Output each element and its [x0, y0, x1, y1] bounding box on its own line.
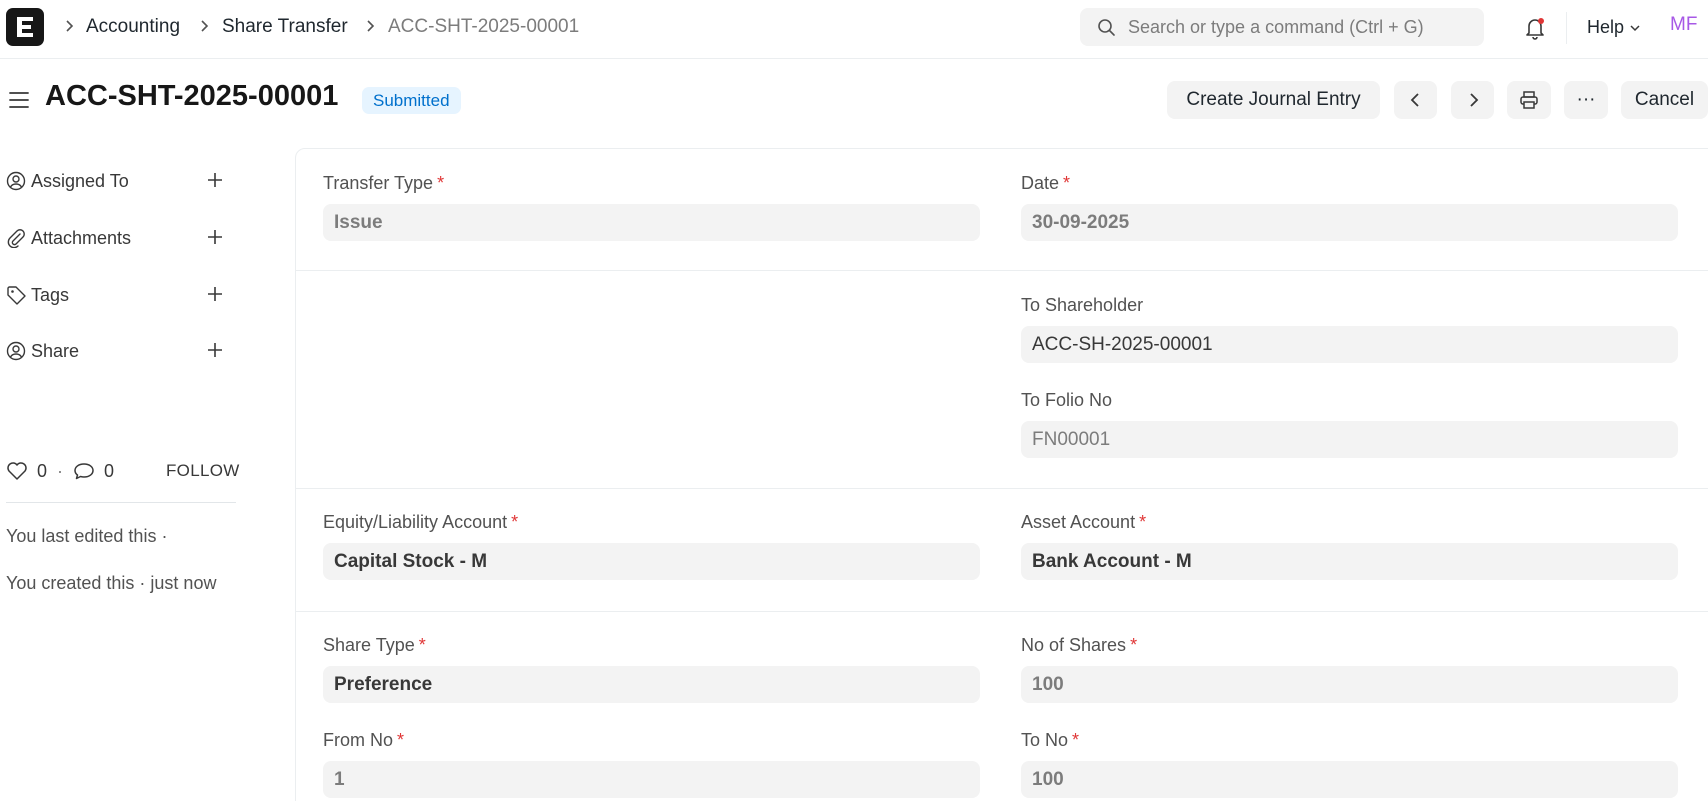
no-of-shares-label: No of Shares * [1021, 635, 1138, 655]
help-dropdown[interactable]: Help [1587, 17, 1641, 38]
chevron-right-icon [66, 20, 74, 32]
asset-account-label: Asset Account * [1021, 512, 1147, 532]
plus-icon[interactable] [206, 285, 224, 303]
print-button[interactable] [1507, 81, 1551, 119]
search-input[interactable] [1128, 8, 1468, 46]
heart-icon[interactable] [6, 461, 28, 481]
to-no-field[interactable]: 100 [1021, 761, 1678, 798]
printer-icon [1520, 91, 1538, 109]
to-no-label: To No * [1021, 730, 1080, 750]
required-marker: * [1130, 635, 1138, 655]
chevron-left-icon [1410, 93, 1419, 107]
section-divider [296, 488, 1708, 489]
sidebar-attachments[interactable]: Attachments [6, 223, 236, 253]
chevron-right-icon [367, 20, 375, 32]
chevron-right-icon [201, 20, 209, 32]
to-folio-no-label: To Folio No [1021, 390, 1113, 410]
required-marker: * [437, 173, 445, 193]
sidebar-toggle-icon[interactable] [8, 90, 30, 110]
last-edited-text: You last edited this · [6, 526, 168, 546]
help-label: Help [1587, 17, 1625, 37]
user-avatar[interactable]: MF [1670, 14, 1697, 36]
transfer-type-field[interactable]: Issue [323, 204, 980, 241]
breadcrumb-share-transfer[interactable]: Share Transfer [222, 16, 348, 38]
asset-account-field[interactable]: Bank Account - M [1021, 543, 1678, 580]
share-user-icon [6, 341, 26, 361]
chevron-down-icon [1630, 24, 1640, 31]
sidebar-divider [6, 502, 236, 503]
equity-account-label: Equity/Liability Account * [323, 512, 519, 532]
created-text: You created this · just now [6, 573, 217, 593]
next-doc-button[interactable] [1451, 81, 1494, 119]
sidebar-assigned-to[interactable]: Assigned To [6, 166, 236, 196]
sidebar-item-label: Share [31, 340, 80, 361]
more-actions-button[interactable]: ··· [1564, 81, 1608, 119]
sidebar-share[interactable]: Share [6, 336, 236, 366]
plus-icon[interactable] [206, 228, 224, 246]
form-card [295, 148, 1708, 801]
date-field[interactable]: 30-09-2025 [1021, 204, 1678, 241]
paperclip-icon [6, 228, 26, 248]
logo-e-icon [17, 17, 33, 37]
follow-button[interactable]: FOLLOW [166, 461, 240, 481]
page-title: ACC-SHT-2025-00001 [45, 80, 339, 112]
app-logo[interactable] [6, 8, 44, 46]
breadcrumb-current[interactable]: ACC-SHT-2025-00001 [388, 16, 579, 38]
required-marker: * [418, 635, 426, 655]
required-marker: * [1139, 512, 1147, 532]
required-marker: * [1063, 173, 1071, 193]
breadcrumb-accounting[interactable]: Accounting [86, 16, 180, 38]
from-no-label: From No * [323, 730, 405, 750]
notification-bell-icon[interactable] [1523, 15, 1547, 41]
section-divider [296, 270, 1708, 271]
required-marker: * [397, 730, 405, 750]
status-badge: Submitted [362, 87, 461, 114]
to-shareholder-field[interactable]: ACC-SH-2025-00001 [1021, 326, 1678, 363]
required-marker: * [511, 512, 519, 532]
section-divider [296, 611, 1708, 612]
sidebar-item-label: Assigned To [31, 170, 129, 191]
comment-count: 0 [104, 460, 115, 481]
share-type-field[interactable]: Preference [323, 666, 980, 703]
cancel-button[interactable]: Cancel [1621, 81, 1708, 119]
no-of-shares-field[interactable]: 100 [1021, 666, 1678, 703]
chevron-right-icon [1469, 93, 1478, 107]
search-icon [1098, 19, 1115, 36]
to-folio-no-field[interactable]: FN00001 [1021, 421, 1678, 458]
previous-doc-button[interactable] [1394, 81, 1437, 119]
search-bar[interactable] [1080, 8, 1484, 46]
plus-icon[interactable] [206, 341, 224, 359]
create-journal-entry-button[interactable]: Create Journal Entry [1167, 81, 1380, 119]
equity-account-field[interactable]: Capital Stock - M [323, 543, 980, 580]
navbar-divider [1566, 12, 1567, 44]
required-marker: * [1072, 730, 1080, 750]
share-type-label: Share Type * [323, 635, 426, 655]
separator-dot: · [57, 460, 64, 481]
transfer-type-label: Transfer Type * [323, 173, 445, 193]
top-navbar: Accounting Share Transfer ACC-SHT-2025-0… [0, 0, 1708, 59]
sidebar-tags[interactable]: Tags [6, 280, 236, 310]
comment-icon[interactable] [73, 461, 95, 481]
date-label: Date * [1021, 173, 1071, 193]
sidebar-item-label: Tags [31, 284, 70, 305]
plus-icon[interactable] [206, 171, 224, 189]
to-shareholder-label: To Shareholder [1021, 295, 1144, 315]
add-user-icon [6, 171, 26, 191]
from-no-field[interactable]: 1 [323, 761, 980, 798]
tag-icon [6, 285, 26, 305]
sidebar-item-label: Attachments [31, 227, 132, 248]
like-count: 0 [37, 460, 48, 481]
